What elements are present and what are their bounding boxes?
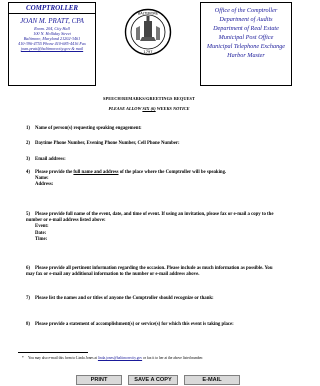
question-8[interactable]: 8) Please provide a statement of accompli… [26,322,276,328]
footnote-text-pre: You may also e-mail this form to Linda J… [28,356,98,360]
question-4[interactable]: 4) Please provide the full name and addre… [26,170,276,189]
question-text: Please provide full name of the event, d… [26,212,274,224]
comptroller-name: JOAN M. PRATT, CPA [20,17,84,25]
comptroller-contact-box: COMPTROLLER JOAN M. PRATT, CPA Room. 204… [8,2,96,86]
question-number: 1) [26,126,30,131]
action-bar: PRINT SAVE A COPY E-MAIL [0,375,298,386]
question-text-pre: Please provide the [35,170,74,175]
footnote: * You may also e-mail this form to Linda … [22,356,282,361]
header-title: COMPTROLLER [9,4,95,14]
question-text: Please provide a statement of accomplish… [35,322,234,327]
subtitle-num: SIX (6) [142,106,156,111]
dept-line: Municipal Telephone Exchange [206,43,286,50]
question-text: Please list the names and or titles of a… [35,296,214,301]
request-subtitle: PLEASE ALLOW SIX (6) WEEKS NOTICE [0,106,298,111]
question-text-underlined: full name and address [73,170,119,175]
form-page: COMPTROLLER JOAN M. PRATT, CPA Room. 204… [0,0,298,386]
request-title: SPEECH/REMARKS/GREETINGS REQUEST [103,96,195,101]
question-text: Name of person(s) requesting speaking en… [35,126,142,131]
seal-text: BALTIMORE [138,12,159,16]
email-button[interactable]: E-MAIL [184,375,240,385]
question-5[interactable]: 5) Please provide full name of the event,… [26,212,276,243]
question-6[interactable]: 6) Please provide all pertinent informati… [26,266,276,278]
question-1[interactable]: 1) Name of person(s) requesting speaking … [26,126,276,132]
question-text-post: of the place where the Comptroller will … [118,170,227,175]
dept-line: Office of the Comptroller [214,7,278,14]
footnote-email-link[interactable]: linda.jones@baltimorecity.gov [98,356,142,360]
question-text: Please provide all pertinent information… [26,266,273,278]
question-3[interactable]: 3) Email address: [26,157,276,163]
question-text: Email address: [35,157,66,162]
dept-line: Department of Audits [219,16,273,23]
question-number: 3) [26,157,30,162]
footnote-text-post: or fax it to her at the above listed num… [142,356,204,360]
departments-box: Office of the Comptroller Department of … [200,2,292,86]
dept-line: Municipal Post Office [218,34,274,41]
footnote-divider [18,352,88,353]
city-seal-icon: BALTIMORE 1797 [124,8,172,56]
question-number: 7) [26,296,30,301]
subtitle-pre: PLEASE ALLOW [108,106,142,111]
question-7[interactable]: 7) Please list the names and or titles of… [26,296,276,302]
seal-year: 1797 [143,50,152,54]
email-link[interactable]: joan.pratt@baltimorecity.gov & mail [9,46,95,51]
print-button[interactable]: PRINT [76,375,122,385]
dept-line: Harbor Master [227,52,265,59]
dept-line: Department of Real Estate [213,25,279,32]
question-2[interactable]: 2) Daytime Phone Number, Evening Phone Nu… [26,141,276,147]
address-field-label: Address: [35,182,54,188]
save-copy-button[interactable]: SAVE A COPY [128,375,178,385]
subtitle-post: WEEKS NOTICE [156,106,190,111]
question-text: Daytime Phone Number, Evening Phone Numb… [35,141,180,146]
question-number: 8) [26,322,30,327]
question-number: 4) [26,170,30,175]
question-number: 2) [26,141,30,146]
time-field-label: Time: [35,236,48,242]
